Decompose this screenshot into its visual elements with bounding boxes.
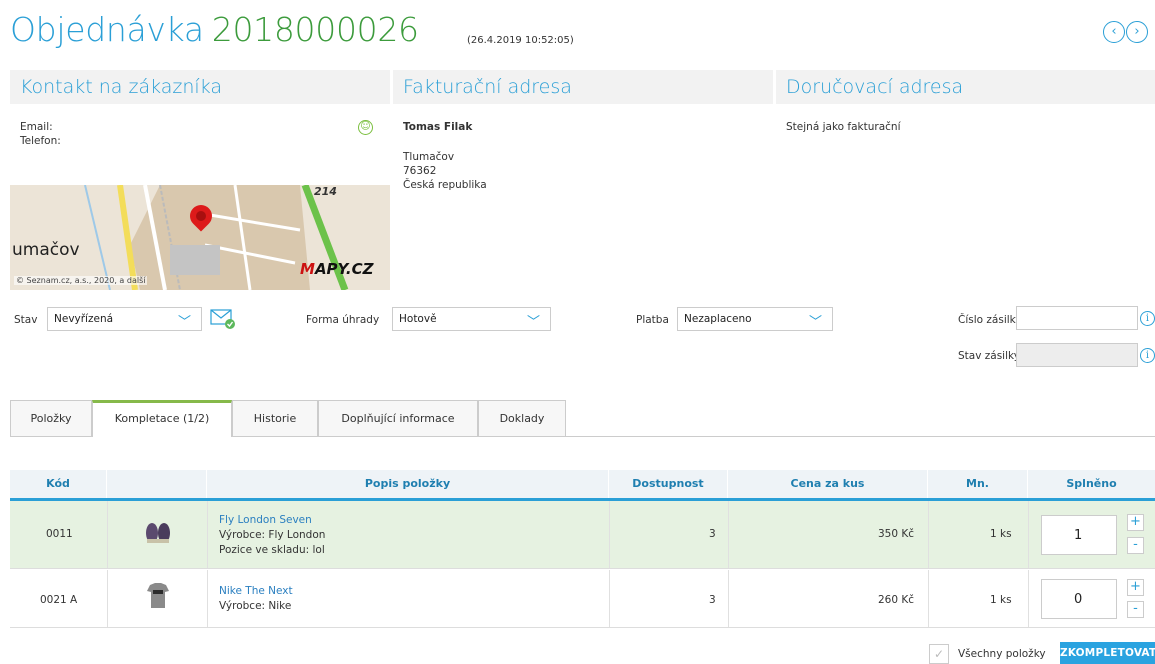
increment-button[interactable]: + [1127, 514, 1144, 531]
chevron-left-icon[interactable]: ‹ [1103, 21, 1125, 43]
parcel-number-input[interactable] [1016, 306, 1138, 330]
completion-table: Kód Popis položky Dostupnost Cena za kus… [10, 470, 1155, 628]
col-image [107, 470, 207, 498]
parcel-state-label: Stav zásilky [958, 350, 1020, 362]
table-row: 0021 A Nike The Next Výrobce: Nike 3 260… [10, 570, 1155, 628]
billing-city: Tlumačov [403, 151, 455, 163]
fulfilled-input[interactable]: 1 [1041, 515, 1117, 555]
billing-zip: 76362 [403, 165, 437, 177]
tab-historie[interactable]: Historie [232, 400, 318, 436]
payment-form-select-value: Hotově [399, 313, 437, 325]
map-copyright[interactable]: © Seznam.cz, a.s., 2020, a další [14, 276, 148, 285]
item-code: 0011 [46, 528, 73, 540]
delivery-panel: Doručovací adresa Stejná jako fakturační [776, 70, 1155, 295]
billing-country: Česká republika [403, 179, 487, 191]
info-icon[interactable]: i [1140, 311, 1155, 326]
item-availability: 3 [709, 528, 716, 540]
item-price: 350 Kč [878, 528, 915, 540]
col-kod[interactable]: Kód [10, 470, 107, 498]
info-icon[interactable]: i [1140, 348, 1155, 363]
page-title: Objednávka 2018000026 [10, 10, 419, 49]
col-popis[interactable]: Popis položky [207, 470, 609, 498]
customer-map[interactable]: 214 umačov © Seznam.cz, a.s., 2020, a da… [10, 185, 390, 290]
item-manufacturer: Výrobce: Fly London [219, 529, 326, 541]
decrement-button[interactable]: - [1127, 601, 1144, 618]
col-dostupnost[interactable]: Dostupnost [609, 470, 728, 498]
parcel-number-label: Číslo zásilky [958, 314, 1022, 326]
col-cena[interactable]: Cena za kus [728, 470, 928, 498]
payment-select[interactable]: Nezaplaceno ﹀ [677, 307, 833, 331]
state-label: Stav [14, 314, 38, 326]
all-items-checkbox[interactable]: ✓ [929, 644, 949, 664]
order-date: (26.4.2019 10:52:05) [467, 35, 574, 46]
item-thumbnail[interactable] [144, 517, 172, 545]
table-row: 0011 Fly London Seven Výrobce: Fly Londo… [10, 501, 1155, 569]
complete-button[interactable]: ZKOMPLETOVAT [1060, 642, 1155, 664]
table-header: Kód Popis položky Dostupnost Cena za kus… [10, 470, 1155, 501]
payment-form-select[interactable]: Hotově ﹀ [392, 307, 551, 331]
col-splneno[interactable]: Splněno [1028, 470, 1155, 498]
mapy-logo: MAPY.CZ [300, 260, 374, 278]
state-select-value: Nevyřízená [54, 313, 114, 325]
item-code: 0021 A [40, 594, 78, 606]
delivery-panel-title: Doručovací adresa [776, 70, 1155, 104]
tab-doplnujici-informace[interactable]: Doplňující informace [318, 400, 478, 436]
tab-polozky[interactable]: Položky [10, 400, 92, 436]
map-road-number: 214 [314, 185, 337, 198]
item-price: 260 Kč [878, 594, 915, 606]
all-items-label: Všechny položky [958, 648, 1046, 660]
chevron-right-icon[interactable]: › [1126, 21, 1148, 43]
payment-label: Platba [636, 314, 669, 326]
billing-panel: Fakturační adresa Tomas Filak Tlumačov 7… [393, 70, 773, 295]
item-name-link[interactable]: Fly London Seven [219, 513, 325, 528]
item-manufacturer: Výrobce: Nike [219, 600, 292, 612]
order-number: 2018000026 [211, 10, 419, 49]
payment-select-value: Nezaplaceno [684, 313, 752, 325]
billing-panel-title: Fakturační adresa [393, 70, 773, 104]
chevron-down-icon: ﹀ [177, 315, 191, 330]
chevron-down-icon: ﹀ [526, 315, 540, 330]
smiley-icon[interactable]: ☺ [358, 120, 373, 135]
phone-label: Telefon: [20, 135, 61, 147]
col-mnozstvi[interactable]: Mn. [928, 470, 1028, 498]
delivery-note: Stejná jako fakturační [786, 121, 901, 133]
parcel-state-input [1016, 343, 1138, 367]
payment-form-label: Forma úhrady [306, 314, 380, 326]
item-availability: 3 [709, 594, 716, 606]
tab-doklady[interactable]: Doklady [478, 400, 566, 436]
chevron-down-icon: ﹀ [808, 315, 822, 330]
item-warehouse-position: Pozice ve skladu: lol [219, 544, 325, 556]
email-label: Email: [20, 121, 53, 133]
state-select[interactable]: Nevyřízená ﹀ [47, 307, 202, 331]
item-quantity: 1 ks [990, 528, 1012, 540]
order-tabs: Položky Kompletace (1/2) Historie Doplňu… [10, 400, 1155, 437]
contact-panel-title: Kontakt na zákazníka [10, 70, 390, 104]
decrement-button[interactable]: - [1127, 537, 1144, 554]
map-town-label: umačov [12, 240, 80, 260]
item-name-link[interactable]: Nike The Next [219, 584, 293, 599]
increment-button[interactable]: + [1127, 579, 1144, 596]
customer-name: Tomas Filak [403, 121, 473, 133]
page-title-text: Objednávka [10, 10, 204, 49]
order-navigation: ‹ › [1103, 21, 1149, 43]
item-thumbnail[interactable] [144, 581, 172, 609]
item-quantity: 1 ks [990, 594, 1012, 606]
tab-kompletace[interactable]: Kompletace (1/2) [92, 400, 232, 437]
fulfilled-input[interactable]: 0 [1041, 579, 1117, 619]
email-notify-icon[interactable] [210, 308, 236, 330]
